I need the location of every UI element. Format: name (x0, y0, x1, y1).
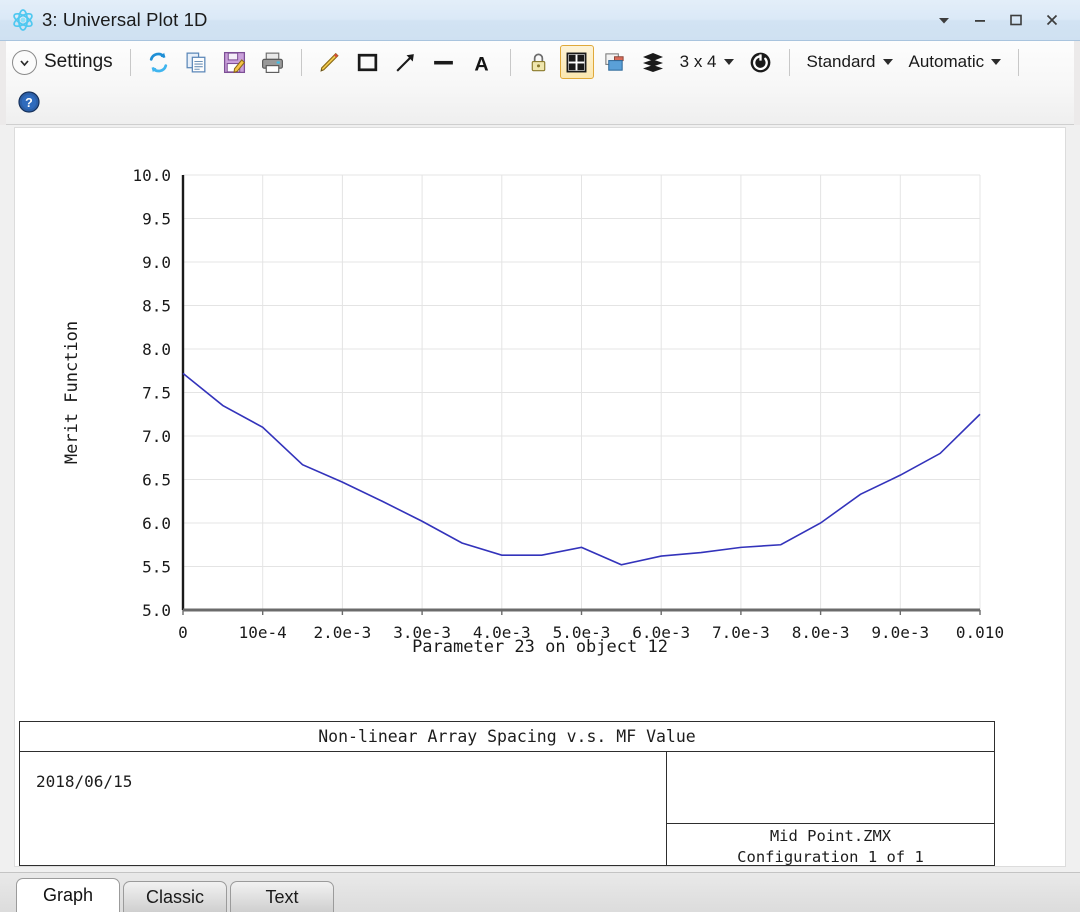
info-date: 2018/06/15 (36, 772, 132, 791)
reset-button[interactable] (744, 45, 778, 79)
y-tick-label: 10.0 (132, 166, 171, 185)
grid-size-dropdown[interactable]: 3 x 4 (672, 47, 742, 77)
y-tick-label: 7.0 (142, 427, 171, 446)
atom-icon (10, 7, 36, 33)
chevron-down-icon (991, 59, 1001, 65)
close-button[interactable] (1034, 0, 1070, 40)
y-tick-label: 6.5 (142, 471, 171, 490)
plot-content-area: 5.0 5.5 6.0 6.5 7.0 7.5 8.0 8.5 9.0 9.5 10.0 0 10e-… (0, 125, 1080, 872)
y-tick-label: 5.0 (142, 601, 171, 620)
grid-layout-button[interactable] (560, 45, 594, 79)
text-tool-button[interactable]: A (465, 45, 499, 79)
info-configuration: Configuration 1 of 1 (667, 847, 994, 868)
toolbar-row-2: ? (0, 83, 1080, 121)
info-file-name: Mid Point.ZMX (667, 826, 994, 847)
layers-button[interactable] (636, 45, 670, 79)
x-tick-label: 9.0e-3 (871, 623, 929, 642)
svg-text:?: ? (25, 96, 33, 110)
toolbar-separator (130, 49, 131, 76)
toolbar-row-1: Settings (0, 41, 1080, 83)
help-button[interactable]: ? (12, 85, 46, 119)
scale-label: Automatic (909, 52, 985, 72)
x-tick-label: 2.0e-3 (314, 623, 372, 642)
y-tick-label: 7.5 (142, 384, 171, 403)
chevron-down-circle-icon (12, 50, 37, 75)
grid-size-label: 3 x 4 (680, 52, 717, 72)
tab-text[interactable]: Text (230, 881, 334, 912)
y-tick-label: 9.5 (142, 210, 171, 229)
pencil-tool-button[interactable] (313, 45, 347, 79)
x-tick-label: 0.010 (956, 623, 1004, 642)
y-tick-label: 8.0 (142, 340, 171, 359)
minimize-button[interactable] (962, 0, 998, 40)
toolbar-separator (789, 49, 790, 76)
chart-y-axis-title: Merit Function (62, 321, 82, 464)
window-title: 3: Universal Plot 1D (42, 9, 207, 31)
y-tick-label: 6.0 (142, 514, 171, 533)
chart-x-axis-title: Parameter 23 on object 12 (412, 637, 668, 657)
info-horizontal-divider (666, 823, 994, 824)
y-tick-label: 8.5 (142, 297, 171, 316)
tab-graph[interactable]: Graph (16, 878, 120, 912)
plot-info-table: Non-linear Array Spacing v.s. MF Value 2… (19, 721, 995, 866)
tab-graph-label: Graph (43, 885, 93, 906)
y-tick-label: 9.0 (142, 253, 171, 272)
scale-dropdown[interactable]: Automatic (901, 47, 1010, 77)
style-dropdown[interactable]: Standard (799, 47, 901, 77)
save-button[interactable] (218, 45, 252, 79)
universal-plot-window: 3: Universal Plot 1D Settings (0, 0, 1080, 912)
view-tab-bar: Graph Classic Text (0, 872, 1080, 912)
maximize-button[interactable] (998, 0, 1034, 40)
tab-text-label: Text (265, 887, 298, 908)
chart-container[interactable]: 5.0 5.5 6.0 6.5 7.0 7.5 8.0 8.5 9.0 9.5 10.0 0 10e-… (15, 128, 1065, 688)
window-title-bar: 3: Universal Plot 1D (0, 0, 1080, 41)
info-body: 2018/06/15 Mid Point.ZMX Configuration 1… (20, 752, 994, 866)
copy-button[interactable] (180, 45, 214, 79)
y-tick-label: 5.5 (142, 558, 171, 577)
chart-y-tick-labels: 5.0 5.5 6.0 6.5 7.0 7.5 8.0 8.5 9.0 9.5 10.0 (132, 166, 171, 620)
tab-classic-label: Classic (146, 887, 204, 908)
info-file-block: Mid Point.ZMX Configuration 1 of 1 (667, 826, 994, 868)
rectangle-tool-button[interactable] (351, 45, 385, 79)
toolbar-separator (301, 49, 302, 76)
chevron-down-icon (724, 59, 734, 65)
plot-page: 5.0 5.5 6.0 6.5 7.0 7.5 8.0 8.5 9.0 9.5 10.0 0 10e-… (14, 127, 1066, 867)
x-tick-label: 8.0e-3 (792, 623, 850, 642)
toolbar-separator (510, 49, 511, 76)
info-title: Non-linear Array Spacing v.s. MF Value (20, 722, 994, 752)
x-tick-label: 7.0e-3 (712, 623, 770, 642)
merit-function-line-chart[interactable]: 5.0 5.5 6.0 6.5 7.0 7.5 8.0 8.5 9.0 9.5 10.0 0 10e-… (15, 128, 1065, 688)
settings-label: Settings (44, 51, 113, 73)
main-toolbar: Settings (0, 41, 1080, 125)
x-tick-label: 10e-4 (239, 623, 287, 642)
settings-button[interactable]: Settings (10, 46, 121, 78)
toolbar-separator (1018, 49, 1019, 76)
x-tick-label: 0 (178, 623, 188, 642)
svg-text:A: A (475, 53, 489, 75)
tab-classic[interactable]: Classic (123, 881, 227, 912)
lock-button[interactable] (522, 45, 556, 79)
print-button[interactable] (256, 45, 290, 79)
window-arrange-button[interactable] (598, 45, 632, 79)
chevron-down-icon (883, 59, 893, 65)
refresh-button[interactable] (142, 45, 176, 79)
line-tool-button[interactable] (427, 45, 461, 79)
chart-gridlines (183, 175, 980, 610)
style-label: Standard (807, 52, 876, 72)
arrow-tool-button[interactable] (389, 45, 423, 79)
window-menu-button[interactable] (926, 0, 962, 40)
